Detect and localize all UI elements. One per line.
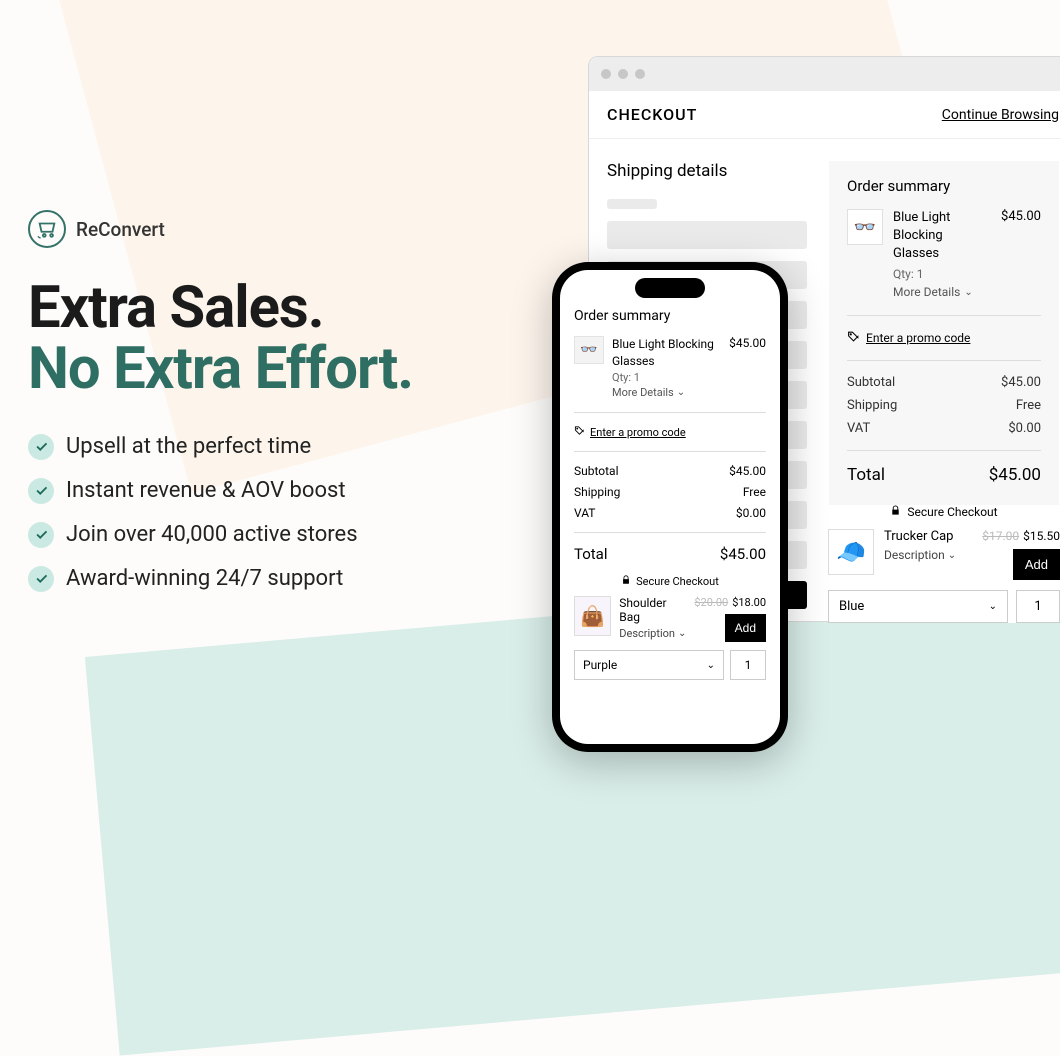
traffic-light-icon [601, 69, 611, 79]
brand-logo: ReConvert [28, 210, 548, 248]
upsell-product-name: Trucker Cap [884, 529, 972, 544]
phone-notch [635, 278, 705, 298]
feature-item: Instant revenue & AOV boost [28, 478, 548, 504]
product-qty: Qty: 1 [893, 266, 991, 283]
feature-item: Award-winning 24/7 support [28, 566, 548, 592]
order-summary-title: Order summary [847, 177, 1041, 195]
more-details-toggle[interactable]: More Details ⌄ [612, 385, 721, 400]
headline-line-2: No Extra Effort. [28, 339, 548, 400]
check-icon [28, 522, 54, 548]
lock-icon [621, 575, 631, 588]
product-price: $45.00 [1001, 209, 1041, 224]
divider [847, 450, 1041, 451]
traffic-light-icon [618, 69, 628, 79]
secure-checkout-label: Secure Checkout [828, 505, 1060, 519]
checkout-header: CHECKOUT Continue Browsing [589, 91, 1060, 139]
upsell-product: 👜 Shoulder Bag Description ⌄ $20.00 $18.0… [574, 596, 766, 642]
order-summary-title: Order summary [574, 308, 766, 324]
feature-list: Upsell at the perfect time Instant reven… [28, 434, 548, 592]
divider [847, 315, 1041, 316]
subtotal-row: Subtotal $45.00 [847, 375, 1041, 390]
traffic-light-icon [635, 69, 645, 79]
upsell-old-price: $17.00 [982, 529, 1019, 543]
checkout-title: CHECKOUT [607, 105, 697, 124]
add-button[interactable]: Add [725, 614, 766, 642]
headline: Extra Sales. No Extra Effort. [28, 278, 548, 400]
vat-row: VAT $0.00 [847, 421, 1041, 436]
chevron-down-icon: ⌄ [948, 550, 956, 561]
product-price: $45.00 [729, 336, 766, 350]
skeleton-placeholder [607, 199, 657, 209]
marketing-panel: ReConvert Extra Sales. No Extra Effort. … [28, 210, 548, 610]
cap-icon: 🧢 [828, 529, 874, 575]
product-name: Blue Light Blocking Glasses [612, 336, 721, 370]
upsell-description-toggle[interactable]: Description ⌄ [884, 548, 972, 562]
phone-mockup: Order summary 👓 Blue Light Blocking Glas… [552, 262, 788, 752]
lock-icon [890, 505, 901, 519]
cart-icon [28, 210, 66, 248]
upsell-new-price: $18.00 [732, 596, 766, 609]
upsell-description-toggle[interactable]: Description ⌄ [619, 627, 686, 640]
chevron-down-icon: ⌄ [677, 386, 685, 400]
check-icon [28, 478, 54, 504]
headline-line-1: Extra Sales. [28, 278, 548, 339]
more-details-toggle[interactable]: More Details ⌄ [893, 284, 991, 301]
shipping-row: Shipping Free [847, 398, 1041, 413]
check-icon [28, 566, 54, 592]
product-name: Blue Light Blocking Glasses [893, 209, 991, 264]
secure-checkout-label: Secure Checkout [574, 575, 766, 588]
quantity-input[interactable]: 1 [730, 650, 766, 680]
feature-item: Upsell at the perfect time [28, 434, 548, 460]
brand-name: ReConvert [76, 218, 165, 241]
divider [574, 532, 766, 533]
divider [574, 451, 766, 452]
upsell-product-name: Shoulder Bag [619, 596, 686, 624]
promo-code-link: Enter a promo code [590, 426, 686, 439]
check-icon [28, 434, 54, 460]
upsell-old-price: $20.00 [694, 596, 728, 609]
promo-code-link: Enter a promo code [866, 331, 970, 345]
feature-item: Join over 40,000 active stores [28, 522, 548, 548]
divider [847, 360, 1041, 361]
quantity-input[interactable]: 1 [1016, 590, 1060, 623]
shipping-title: Shipping details [607, 161, 807, 181]
order-line-item: 👓 Blue Light Blocking Glasses Qty: 1 Mor… [574, 336, 766, 400]
add-button[interactable]: Add [1013, 549, 1060, 580]
browser-chrome [589, 57, 1060, 91]
upsell-new-price: $15.50 [1023, 529, 1060, 543]
tag-icon [847, 330, 860, 346]
upsell-product: 🧢 Trucker Cap Description ⌄ $17.00 $15.50… [828, 529, 1060, 580]
variant-select[interactable]: Blue ⌄ [828, 590, 1008, 623]
glasses-icon: 👓 [574, 336, 604, 364]
continue-browsing-link[interactable]: Continue Browsing [942, 107, 1059, 123]
tag-icon [574, 425, 585, 439]
feature-text: Join over 40,000 active stores [66, 522, 358, 547]
feature-text: Upsell at the perfect time [66, 434, 311, 459]
order-line-item: 👓 Blue Light Blocking Glasses Qty: 1 Mor… [847, 209, 1041, 301]
chevron-down-icon: ⌄ [964, 286, 972, 300]
chevron-down-icon: ⌄ [678, 628, 686, 639]
divider [574, 412, 766, 413]
subtotal-row: Subtotal $45.00 [574, 464, 766, 478]
variant-select[interactable]: Purple ⌄ [574, 650, 724, 680]
chevron-down-icon: ⌄ [989, 601, 997, 612]
skeleton-placeholder [607, 221, 807, 249]
feature-text: Award-winning 24/7 support [66, 566, 343, 591]
shipping-row: Shipping Free [574, 485, 766, 499]
vat-row: VAT $0.00 [574, 506, 766, 520]
total-row: Total $45.00 [847, 465, 1041, 485]
chevron-down-icon: ⌄ [707, 660, 715, 671]
product-qty: Qty: 1 [612, 370, 721, 385]
total-row: Total $45.00 [574, 545, 766, 563]
promo-code-row[interactable]: Enter a promo code [847, 330, 1041, 346]
promo-code-row[interactable]: Enter a promo code [574, 425, 766, 439]
glasses-icon: 👓 [847, 209, 883, 245]
upsell-widget-desktop: Secure Checkout 🧢 Trucker Cap Descriptio… [828, 505, 1060, 623]
feature-text: Instant revenue & AOV boost [66, 478, 346, 503]
bag-icon: 👜 [574, 596, 611, 636]
